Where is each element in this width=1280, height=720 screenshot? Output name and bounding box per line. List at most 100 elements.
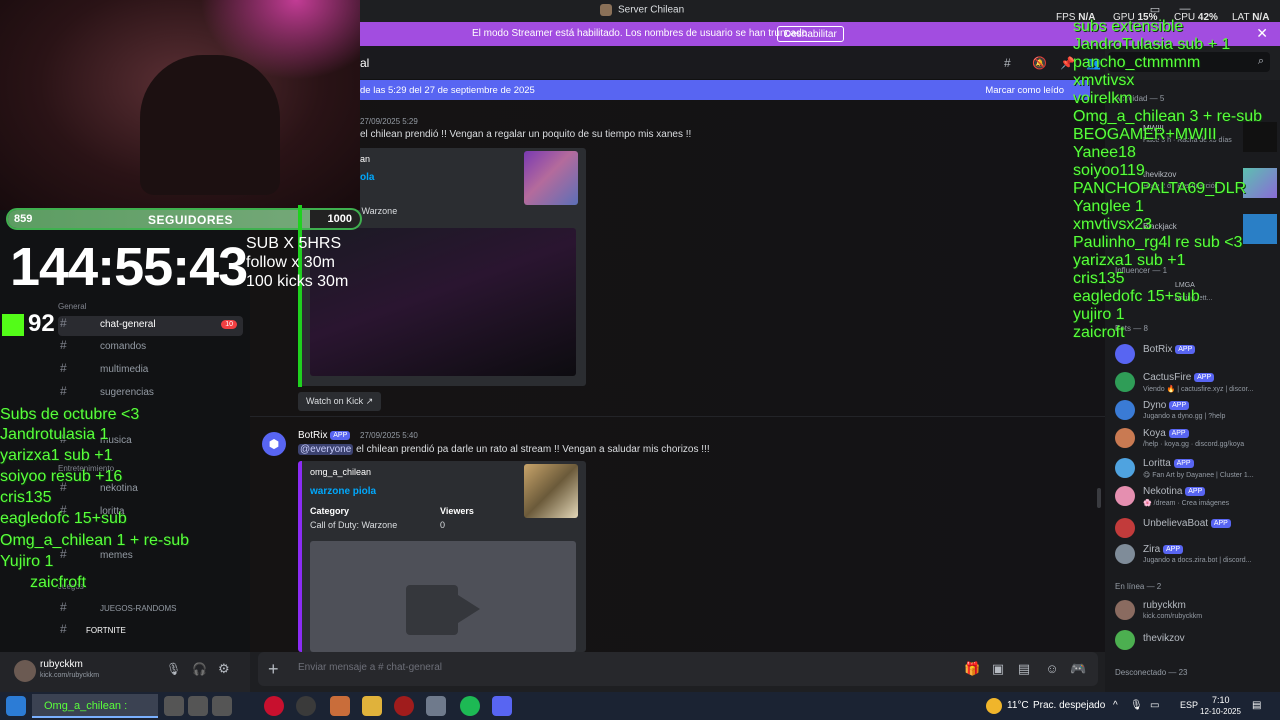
avatar [1115,518,1135,538]
notification-icon[interactable]: ▤ [1252,700,1261,711]
spotify-icon[interactable] [460,696,480,716]
gif-icon[interactable]: ▣ [990,661,1006,677]
weather-temp[interactable]: 11°C [1007,700,1029,711]
message-composer[interactable]: + Enviar mensaje a # chat-general 🎁 ▣ ▤ … [258,652,1098,686]
app-icon[interactable] [188,696,208,716]
channel-header: al # 🔕 📌 👥 [360,46,1105,80]
disable-streamer-button[interactable]: Deshabilitar [777,26,844,42]
active-window-button[interactable]: Omg_a_chilean : [32,694,158,718]
embed-field-value: Call of Duty: Warzone [310,520,398,530]
file-explorer-icon[interactable] [362,696,382,716]
obs-icon[interactable] [296,696,316,716]
member-koya[interactable]: Koya APP/help · koya.gg · discord.gg/koy… [1115,426,1280,454]
overlay-feed-line: PANCHOPALTA69_DLR [1073,180,1247,197]
embed-title-link[interactable]: ola [360,172,374,183]
minimize-icon[interactable]: — [1178,3,1192,17]
overlay-feed-line: zaicfroft [30,574,87,591]
embed-thumbnail-2 [524,464,578,518]
embed-author-2[interactable]: omg_a_chilean [310,467,371,477]
everyone-mention[interactable]: @everyone [298,444,354,455]
inbox-icon[interactable]: ▭ [1148,3,1162,17]
overlay-feed-line: zaicroft [1073,324,1125,341]
message-author[interactable]: BotRix APP [298,430,351,441]
user-panel: rubyckkm kick.com/rubyckkm 🎙 🎧 ⚙ [0,652,250,692]
app-icon[interactable] [212,696,232,716]
clock-time[interactable]: 7:10 [1212,695,1230,705]
overlay-feed-line: Omg_a_chilean 1 + re-sub [0,532,189,549]
overlay-feed-line: voirelkm [1073,90,1133,107]
embed-title-link-2[interactable]: warzone piola [310,486,376,497]
mic-tray-icon[interactable]: 🎙 [1130,700,1143,711]
channel-fortnite[interactable]: # FORTNITE [58,622,243,642]
app-icon[interactable] [330,696,350,716]
channel-multimedia[interactable]: # multimedia [58,361,243,381]
section-online: En línea — 2 [1115,582,1162,591]
embed-preview-image[interactable] [310,228,576,376]
clock-date[interactable]: 12-10-2025 [1200,707,1241,716]
overlay-right-feed: subs extensible JandroTulasia sub + 1 panc… [1073,18,1280,348]
bot-avatar[interactable]: ⬢ [262,432,286,456]
embed-video-placeholder[interactable] [310,541,576,652]
scrollbar-thumb[interactable] [1097,488,1101,508]
overlay-feed-line: cris135 [0,489,52,506]
embed-field-value-2: 0 [440,520,446,530]
display-tray-icon[interactable]: ▭ [1150,700,1159,711]
external-link-icon: ↗ [365,396,374,406]
sticker-icon[interactable]: ▤ [1016,661,1032,677]
overlay-feed-line: Yujiro 1 [0,553,54,570]
composer-placeholder: Enviar mensaje a # chat-general [298,662,442,673]
new-messages-bar[interactable]: de las 5:29 del 27 de septiembre de 2025… [360,80,1090,100]
goal-label: SEGUIDORES [148,213,234,227]
goal-current: 859 [14,213,33,225]
overlay-feed-line: Subs de octubre <3 [0,406,140,423]
app-icon[interactable] [394,696,414,716]
chat-area: 27/09/2025 5:29 el chilean prendió !! Ve… [250,100,1105,652]
embed-field-name: Category [310,506,350,516]
window-title: Server Chilean [600,4,684,16]
microphone-icon[interactable]: 🎙 [166,662,181,676]
username[interactable]: rubyckkm [40,659,83,670]
settings-gear-icon[interactable]: ⚙ [218,661,230,677]
member-nekotina[interactable]: Nekotina APP 🌸 /dream · Crea imágenes [1115,484,1280,512]
avatar[interactable] [14,660,36,682]
notifications-icon[interactable]: 🔕 [1032,56,1047,70]
member-dyno[interactable]: Dyno APP Jugando a dyno.gg | ?help [1115,398,1280,426]
channel-memes[interactable]: # memes [58,547,243,567]
channel-juegos-randoms[interactable]: # JUEGOS-RANDOMS [58,600,243,620]
avatar [1115,372,1135,392]
weather-desc[interactable]: Prac. despejado [1033,700,1105,711]
kick-counter: 92 [2,310,55,338]
add-attachment-icon[interactable]: + [268,659,279,680]
gift-icon[interactable]: 🎁 [964,661,980,677]
watch-on-kick-button[interactable]: Watch on Kick ↗ [298,392,382,411]
channel-sugerencias[interactable]: # sugerencias [58,384,243,404]
member-unbelievaboat[interactable]: UnbelievaBoat APP [1115,516,1280,544]
store-icon[interactable] [426,696,446,716]
mark-read-button[interactable]: Marcar como leído [985,85,1064,96]
member-thevikzov[interactable]: thevikzov [1115,628,1280,656]
tray-chevron-icon[interactable]: ^ [1113,700,1118,711]
opera-icon[interactable] [264,696,284,716]
kick-logo-icon [2,313,24,336]
language-indicator[interactable]: ESP [1180,700,1198,710]
member-zira[interactable]: Zira APP Jugando a docs.zira.bot | discor… [1115,542,1280,570]
member-rubyckkm[interactable]: rubyckkm kick.com/rubyckkm [1115,598,1280,626]
pin-icon[interactable]: 📌 [1060,56,1075,70]
app-icon[interactable] [164,696,184,716]
overlay-feed-line: soiyoo119 [1073,162,1145,179]
emoji-icon[interactable]: ☺ [1044,661,1060,677]
message-text-2: @everyone el chilean prendió pa darle un… [298,444,710,455]
start-icon[interactable] [6,696,26,716]
threads-icon[interactable]: # [1004,56,1018,70]
overlay-feed-line: Paulinho_rg4l re sub <3 [1073,234,1243,251]
discord-icon[interactable] [492,696,512,716]
screen: Server Chilean FPS N/A GPU 15% CPU 42% L… [0,0,1280,720]
channel-chat-general[interactable]: # chat-general 10 [58,316,243,336]
overlay-feed-line: Jandrotulasia 1 [0,426,109,443]
headphones-icon[interactable]: 🎧 [192,662,207,676]
category-general[interactable]: General [58,302,86,311]
apps-icon[interactable]: 🎮 [1070,661,1086,677]
member-cactusfire[interactable]: CactusFire APP Viendo 🔥 | cactusfire.xyz … [1115,370,1280,398]
member-loritta[interactable]: Loritta APP 😋 Fan Art by Dayanee | Cluste… [1115,456,1280,484]
channel-comandos[interactable]: # comandos [58,338,243,358]
